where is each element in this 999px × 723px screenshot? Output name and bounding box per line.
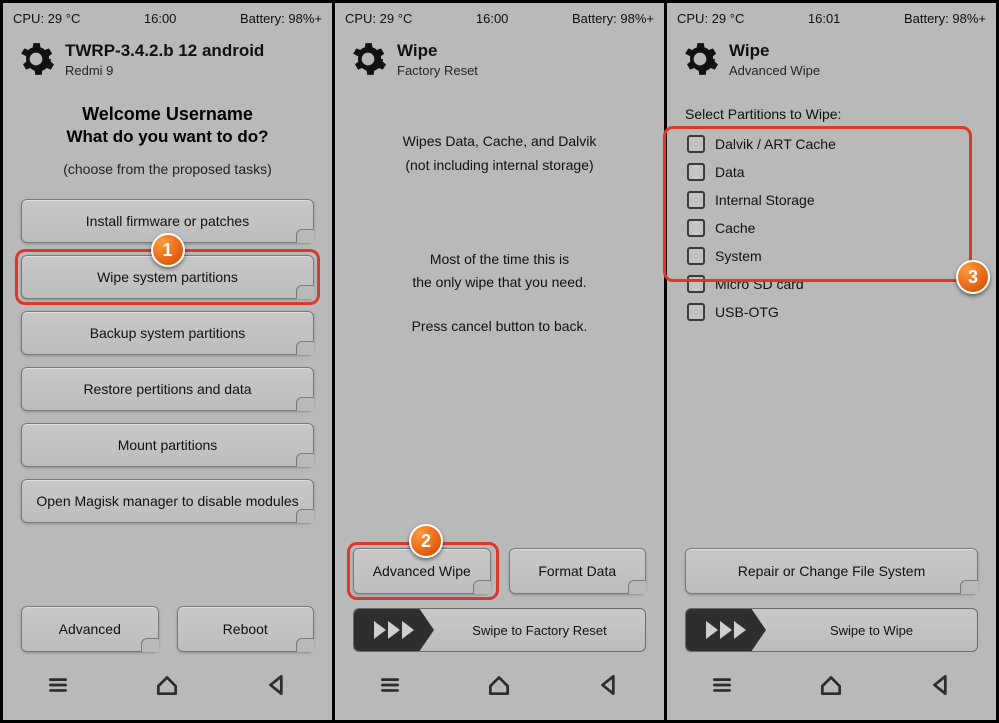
welcome-line1: Welcome Username [21, 104, 314, 125]
checkbox-icon [687, 163, 705, 181]
panel-header: Wipe Factory Reset [335, 30, 664, 86]
status-cpu: CPU: 29 °C [13, 11, 80, 26]
partition-usbotg[interactable]: USB-OTG [685, 298, 978, 326]
gear-icon [681, 40, 719, 78]
panel-header: Wipe Advanced Wipe [667, 30, 996, 86]
callout-3: 3 [956, 260, 990, 294]
magisk-button[interactable]: Open Magisk manager to disable modules [21, 479, 314, 523]
nav-menu-icon[interactable] [35, 666, 81, 704]
nav-back-icon[interactable] [254, 666, 300, 704]
gear-icon [349, 40, 387, 78]
restore-partitions-button[interactable]: Restore pertitions and data [21, 367, 314, 411]
status-time: 16:00 [476, 11, 509, 26]
panel-advanced-wipe: CPU: 29 °C 16:01 Battery: 98%+ Wipe Adva… [667, 3, 996, 720]
wipe-desc-1: Wipes Data, Cache, and Dalvik (not inclu… [353, 130, 646, 178]
backup-partitions-button[interactable]: Backup system partitions [21, 311, 314, 355]
status-battery: Battery: 98%+ [904, 11, 986, 26]
nav-menu-icon[interactable] [699, 666, 745, 704]
partition-system[interactable]: System [685, 242, 978, 270]
header-title: Wipe [397, 41, 478, 61]
partition-data[interactable]: Data [685, 158, 978, 186]
nav-menu-icon[interactable] [367, 666, 413, 704]
header-title: Wipe [729, 41, 820, 61]
swipe-handle-icon [354, 609, 434, 651]
checkbox-icon [687, 247, 705, 265]
swipe-factory-reset[interactable]: Swipe to Factory Reset [353, 608, 646, 652]
section-label: Select Partitions to Wipe: [685, 106, 978, 122]
format-data-button[interactable]: Format Data [509, 548, 647, 594]
panel-main: CPU: 29 °C 16:00 Battery: 98%+ TWRP-3.4.… [3, 3, 335, 720]
welcome-block: Welcome Username What do you want to do?… [21, 104, 314, 177]
wipe-desc-2: Most of the time this is the only wipe t… [353, 248, 646, 339]
mount-partitions-button[interactable]: Mount partitions [21, 423, 314, 467]
partition-dalvik[interactable]: Dalvik / ART Cache [685, 130, 978, 158]
status-cpu: CPU: 29 °C [677, 11, 744, 26]
status-cpu: CPU: 29 °C [345, 11, 412, 26]
reboot-button[interactable]: Reboot [177, 606, 315, 652]
header-subtitle: Factory Reset [397, 63, 478, 78]
panel-header: TWRP-3.4.2.b 12 android Redmi 9 [3, 30, 332, 86]
callout-2: 2 [409, 524, 443, 558]
status-bar: CPU: 29 °C 16:01 Battery: 98%+ [667, 3, 996, 30]
swipe-to-wipe[interactable]: Swipe to Wipe [685, 608, 978, 652]
status-bar: CPU: 29 °C 16:00 Battery: 98%+ [335, 3, 664, 30]
nav-home-icon[interactable] [808, 666, 854, 704]
header-subtitle: Advanced Wipe [729, 63, 820, 78]
header-subtitle: Redmi 9 [65, 63, 264, 78]
checkbox-icon [687, 191, 705, 209]
swipe-label: Swipe to Factory Reset [434, 623, 645, 638]
header-title: TWRP-3.4.2.b 12 android [65, 41, 264, 61]
status-time: 16:01 [808, 11, 841, 26]
checkbox-icon [687, 275, 705, 293]
callout-1: 1 [151, 233, 185, 267]
panel-wipe: CPU: 29 °C 16:00 Battery: 98%+ Wipe Fact… [335, 3, 667, 720]
partition-cache[interactable]: Cache [685, 214, 978, 242]
nav-back-icon[interactable] [918, 666, 964, 704]
nav-home-icon[interactable] [476, 666, 522, 704]
checkbox-icon [687, 135, 705, 153]
partition-microsd[interactable]: Micro SD card [685, 270, 978, 298]
nav-home-icon[interactable] [144, 666, 190, 704]
welcome-line2: What do you want to do? [21, 127, 314, 147]
status-battery: Battery: 98%+ [572, 11, 654, 26]
status-bar: CPU: 29 °C 16:00 Battery: 98%+ [3, 3, 332, 30]
advanced-button[interactable]: Advanced [21, 606, 159, 652]
partition-list: Dalvik / ART Cache Data Internal Storage… [685, 130, 978, 326]
nav-back-icon[interactable] [586, 666, 632, 704]
checkbox-icon [687, 219, 705, 237]
welcome-hint: (choose from the proposed tasks) [21, 161, 314, 177]
repair-filesystem-button[interactable]: Repair or Change File System [685, 548, 978, 594]
status-time: 16:00 [144, 11, 177, 26]
status-battery: Battery: 98%+ [240, 11, 322, 26]
gear-icon [17, 40, 55, 78]
checkbox-icon [687, 303, 705, 321]
swipe-handle-icon [686, 609, 766, 651]
partition-internal[interactable]: Internal Storage [685, 186, 978, 214]
swipe-label: Swipe to Wipe [766, 623, 977, 638]
